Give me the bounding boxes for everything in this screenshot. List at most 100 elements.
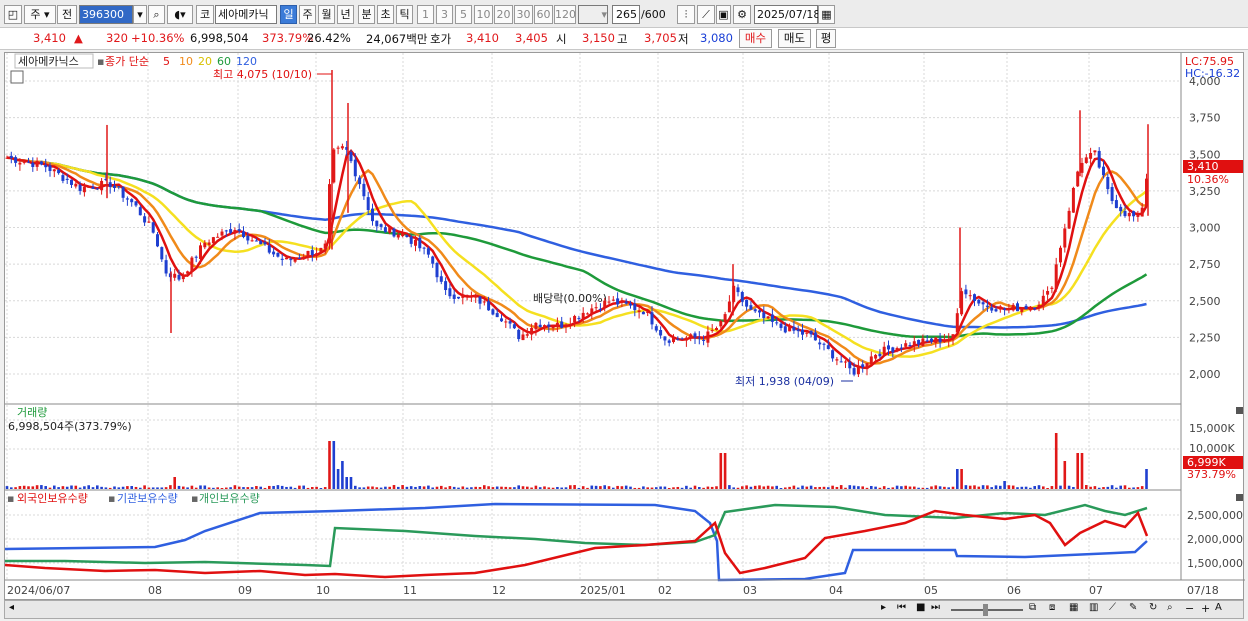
last-page-icon[interactable]: ⏭ (931, 602, 940, 613)
scroll-right-icon[interactable]: ▸ (881, 602, 886, 613)
volume-bar (1050, 486, 1054, 489)
volume-bar (1076, 453, 1079, 489)
interval-1[interactable]: 1 (417, 5, 434, 24)
volume-tick-10000k: 10,000K (1189, 442, 1235, 455)
zoom-out-magnifier-icon[interactable]: ⌕ (1167, 602, 1173, 613)
volume-bar (465, 487, 469, 489)
zoom-slider-handle[interactable] (983, 604, 988, 616)
chart-scroll-bar[interactable]: ◂ ▸ ⏮ ■ ⏭ ⧉ ⧈ ▦ ▥ ⟋ ✎ ↻ ⌕ − + A (4, 600, 1244, 619)
holding-tick-2000000: 2,000,000 (1187, 533, 1243, 546)
candle-body (267, 245, 271, 253)
volume-bar (586, 487, 589, 489)
candle-body (702, 339, 706, 341)
volume-bar (771, 486, 774, 489)
volume-bar (766, 485, 770, 489)
period-week[interactable]: 주 (299, 5, 316, 24)
corp-button[interactable]: 코 (196, 5, 214, 24)
period-day[interactable]: 일 (280, 5, 297, 24)
holding-lines (4, 502, 1149, 582)
candle-body (474, 295, 478, 298)
candle-type-icon[interactable]: ⫶ (677, 5, 695, 24)
window-menu-icon[interactable]: ◰ (4, 5, 22, 24)
search-icon[interactable]: ⌕ (148, 5, 165, 24)
foreign-line (4, 509, 1149, 579)
stop-icon[interactable]: ■ (916, 602, 925, 613)
zoom-in-icon[interactable]: + (1201, 602, 1210, 615)
volume-bar (870, 485, 873, 489)
chart-canvas[interactable]: 세아메카닉스 ▪ 종가 단순 5 10 20 60 120 최고 4,075 (… (4, 53, 1245, 601)
speaker-icon[interactable]: ◖▾ (167, 5, 193, 24)
volume-bar (237, 486, 241, 489)
save-icon[interactable]: ▣ (716, 5, 731, 24)
interval-30[interactable]: 30 (514, 5, 533, 24)
period-tick[interactable]: 틱 (396, 5, 413, 24)
interval-120[interactable]: 120 (554, 5, 576, 24)
candle-body (727, 301, 731, 313)
pen-icon[interactable]: ✎ (1129, 602, 1137, 613)
candle-body (809, 330, 813, 335)
price-tick: 2,000 (1189, 368, 1221, 381)
interval-3[interactable]: 3 (436, 5, 453, 24)
candle-body (1110, 187, 1114, 202)
market-select[interactable]: 주 ▾ (24, 5, 56, 24)
code-dropdown-icon[interactable]: ▾ (133, 5, 147, 24)
interval-5[interactable]: 5 (455, 5, 472, 24)
interval-60[interactable]: 60 (534, 5, 553, 24)
date-input[interactable]: 2025/07/18 (754, 5, 820, 24)
stock-name-field[interactable]: 세아메카닉 (215, 5, 277, 24)
x-tick-label: 2024/06/07 (7, 584, 70, 597)
volume-bar (414, 486, 417, 489)
volume-bar (986, 485, 989, 489)
volume-bar (650, 487, 654, 489)
zoom-out-icon[interactable]: − (1185, 602, 1194, 615)
period-year[interactable]: 년 (337, 5, 354, 24)
split-icon[interactable]: ▥ (1089, 602, 1098, 613)
refresh-icon[interactable]: ↻ (1149, 602, 1157, 613)
calendar-icon[interactable]: ▦ (818, 5, 835, 24)
code-input[interactable]: 396300 (79, 5, 133, 24)
scroll-left-icon[interactable]: ◂ (9, 602, 14, 613)
interval-20[interactable]: 20 (494, 5, 513, 24)
line-tool-icon[interactable]: ⟋ (697, 5, 715, 24)
prev-button[interactable]: 전 (57, 5, 77, 24)
candle-body (143, 216, 147, 223)
buy-button[interactable]: 매수 (739, 29, 772, 48)
interval-10[interactable]: 10 (474, 5, 493, 24)
volume-bar (126, 486, 129, 489)
volume-bar (775, 485, 778, 489)
candle-body (1071, 187, 1075, 213)
sell-button[interactable]: 매도 (778, 29, 811, 48)
candle-body (891, 347, 895, 353)
period-month[interactable]: 월 (318, 5, 335, 24)
volume-bar (685, 485, 688, 489)
first-page-icon[interactable]: ⏮ (897, 602, 906, 613)
layout-icon[interactable]: ⧉ (1029, 602, 1036, 613)
candle-body (1054, 264, 1058, 289)
compare-icon[interactable]: ⧈ (1049, 602, 1055, 613)
interval-custom-input[interactable]: ▾ (578, 5, 608, 24)
candle-body (620, 300, 624, 303)
volume-bar (521, 486, 525, 489)
x-tick-label: 06 (1007, 584, 1021, 597)
volume-bar (831, 485, 834, 489)
trend-icon[interactable]: ⟋ (1109, 602, 1116, 613)
grid-icon[interactable]: ▦ (1069, 602, 1078, 613)
period-second[interactable]: 초 (377, 5, 394, 24)
chart-area[interactable]: 세아메카닉스 ▪ 종가 단순 5 10 20 60 120 최고 4,075 (… (4, 52, 1245, 601)
candle-body (633, 303, 637, 311)
gear-icon[interactable]: ⚙ (733, 5, 751, 24)
current-price-tag-label: 3,410 (1187, 160, 1219, 173)
volume-bar (160, 487, 164, 489)
eval-button[interactable]: 평 (816, 29, 836, 48)
candle-body (203, 242, 207, 248)
candle-body (981, 302, 985, 305)
volume-bar (938, 486, 942, 489)
candle-body (826, 345, 830, 349)
candle-body (788, 325, 792, 332)
volume-bar (478, 487, 482, 489)
volume-bar (513, 487, 516, 489)
font-size-icon[interactable]: A (1215, 602, 1222, 613)
candle-body (35, 160, 39, 167)
count-input[interactable]: 265 (612, 5, 640, 24)
period-minute[interactable]: 분 (358, 5, 375, 24)
